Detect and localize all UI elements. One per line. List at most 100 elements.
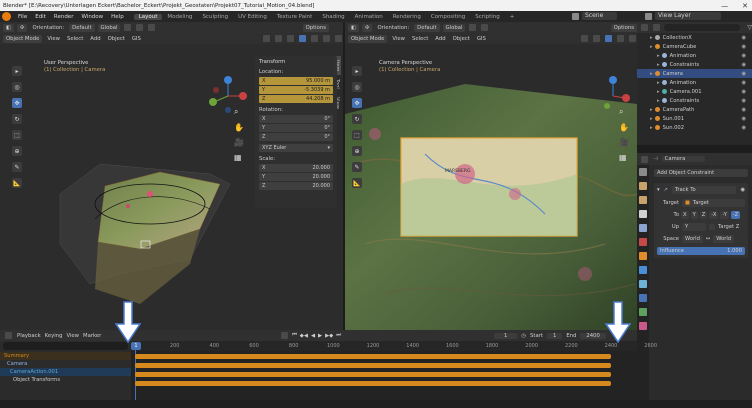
menu-select[interactable]: Select xyxy=(410,36,430,42)
outliner-item[interactable]: ▸ CameraCube ◉ xyxy=(637,42,752,51)
keyframe-bar[interactable] xyxy=(135,372,611,377)
physics-tab-icon[interactable] xyxy=(639,280,647,288)
rotation-mode-dropdown[interactable]: XYZ Euler ▾ xyxy=(259,144,333,152)
channel-row[interactable]: Summary xyxy=(0,352,131,360)
menu-playback[interactable]: Playback xyxy=(17,333,41,339)
menu-object[interactable]: Object xyxy=(106,36,127,42)
tab-texture-paint[interactable]: Texture Paint xyxy=(272,14,318,20)
expand-icon[interactable]: ▸ xyxy=(657,53,660,59)
current-frame-field[interactable]: 1 xyxy=(494,332,518,339)
play-icon[interactable]: ▶ xyxy=(318,333,322,339)
location-x-field[interactable]: X 95.000 m xyxy=(259,77,333,85)
target-z-checkbox[interactable] xyxy=(709,224,715,230)
filter-icon[interactable]: ▽ xyxy=(747,24,752,31)
scene-tab-icon[interactable] xyxy=(639,224,647,232)
record-icon[interactable] xyxy=(281,332,288,339)
menu-gis[interactable]: GIS xyxy=(475,36,488,42)
influence-slider[interactable]: Influence 1.000 xyxy=(657,247,745,255)
menu-object[interactable]: Object xyxy=(451,36,472,42)
outliner-search-input[interactable] xyxy=(664,24,741,31)
data-tab-icon[interactable] xyxy=(639,308,647,316)
to-axis-neg-z[interactable]: -Z xyxy=(730,211,741,219)
tool-tab-icon[interactable] xyxy=(639,168,647,176)
constraint-name-field[interactable]: Track To xyxy=(671,186,737,194)
camera-view-icon[interactable]: 🎥 xyxy=(234,138,244,147)
add-workspace-button[interactable]: + xyxy=(505,14,520,20)
outliner-item[interactable]: ▸ CameraPath ◉ xyxy=(637,105,752,114)
expand-icon[interactable]: ▸ xyxy=(650,107,653,113)
expand-icon[interactable]: ▸ xyxy=(650,116,653,122)
camera-view-icon[interactable]: 🎥 xyxy=(619,138,629,147)
expand-icon[interactable]: ▸ xyxy=(657,98,660,104)
menu-marker[interactable]: Marker xyxy=(83,333,101,339)
add-object-constraint-button[interactable]: Add Object Constraint xyxy=(654,169,748,177)
channel-search-input[interactable] xyxy=(3,342,128,350)
orientation-dropdown[interactable]: Default xyxy=(69,23,95,32)
jump-start-icon[interactable]: ⏮ xyxy=(292,332,297,339)
move-icon[interactable]: ✥ xyxy=(352,98,362,108)
viewport-right[interactable]: ◧ ✣ Orientation: Default Global Options … xyxy=(345,22,637,330)
modifier-tab-icon[interactable] xyxy=(639,266,647,274)
annotate-icon[interactable]: ✎ xyxy=(352,162,362,172)
close-button[interactable]: ✕ xyxy=(742,2,748,10)
expand-icon[interactable]: ▸ xyxy=(650,125,653,131)
visibility-icon[interactable]: ◉ xyxy=(741,107,746,113)
cursor-icon[interactable]: ◎ xyxy=(352,82,362,92)
display-mode-icon[interactable] xyxy=(653,24,660,31)
menu-view[interactable]: View xyxy=(45,36,62,42)
transform-panel-title[interactable]: Transform xyxy=(259,59,333,65)
orientation-dropdown[interactable]: Default xyxy=(414,23,440,32)
menu-window[interactable]: Window xyxy=(77,14,107,20)
options-dropdown[interactable]: Options xyxy=(302,23,329,32)
menu-add[interactable]: Add xyxy=(433,36,447,42)
scale-z-field[interactable]: Z 20.000 xyxy=(259,182,333,190)
timeline-editor-icon[interactable] xyxy=(5,332,12,339)
to-axis-z[interactable]: Z xyxy=(699,211,708,219)
hand-icon[interactable]: ✋ xyxy=(619,123,629,132)
prev-key-icon[interactable]: ◆◀ xyxy=(300,333,308,339)
menu-select[interactable]: Select xyxy=(65,36,85,42)
outliner-item[interactable]: ▸ Sun.001 ◉ xyxy=(637,114,752,123)
expand-icon[interactable]: ▸ xyxy=(657,89,660,95)
tab-scripting[interactable]: Scripting xyxy=(470,14,504,20)
properties-editor-icon[interactable] xyxy=(641,155,648,163)
owner-space-dropdown[interactable]: World xyxy=(682,235,703,243)
constraint-tab-icon[interactable] xyxy=(639,294,647,302)
rotate-icon[interactable]: ↻ xyxy=(352,114,362,124)
up-axis-dropdown[interactable]: Y xyxy=(682,223,706,231)
visibility-icon[interactable]: ◉ xyxy=(740,187,745,193)
outliner-item[interactable]: ▸ Animation ◉ xyxy=(637,51,752,60)
target-space-dropdown[interactable]: World xyxy=(713,235,735,243)
keyframe-bar[interactable] xyxy=(135,363,611,368)
outliner-item[interactable]: ▸ CollectionX ◉ xyxy=(637,33,752,42)
next-key-icon[interactable]: ▶◆ xyxy=(325,333,333,339)
hand-icon[interactable]: ✋ xyxy=(234,123,244,132)
expand-icon[interactable]: ▸ xyxy=(657,62,660,68)
zoom-icon[interactable]: ⌕ xyxy=(619,107,629,117)
to-axis-y[interactable]: Y xyxy=(690,211,698,219)
view-layer-selector[interactable]: View Layer xyxy=(655,12,721,20)
scale-icon[interactable]: ⬚ xyxy=(352,130,362,140)
expand-icon[interactable]: ▾ xyxy=(657,187,660,193)
scale-x-field[interactable]: X 20.000 xyxy=(259,164,333,172)
visibility-icon[interactable]: ◉ xyxy=(741,116,746,122)
rotation-x-field[interactable]: X 0° xyxy=(259,115,333,123)
tab-animation[interactable]: Animation xyxy=(350,14,388,20)
visibility-icon[interactable]: ◉ xyxy=(741,71,746,77)
cursor-tool-button[interactable]: ✣ xyxy=(362,23,373,32)
menu-keying[interactable]: Keying xyxy=(45,333,63,339)
menu-edit[interactable]: Edit xyxy=(31,14,50,20)
end-frame-field[interactable]: 2400 xyxy=(580,332,606,339)
play-reverse-icon[interactable]: ◀ xyxy=(311,333,315,339)
menu-help[interactable]: Help xyxy=(107,14,128,20)
rotation-z-field[interactable]: Z 0° xyxy=(259,133,333,141)
expand-icon[interactable]: ▸ xyxy=(657,80,660,86)
minimize-button[interactable]: — xyxy=(721,2,728,10)
view-layer-tab-icon[interactable] xyxy=(639,210,647,218)
visibility-icon[interactable]: ◉ xyxy=(741,98,746,104)
menu-view[interactable]: View xyxy=(390,36,407,42)
visibility-icon[interactable]: ◉ xyxy=(741,89,746,95)
menu-view[interactable]: View xyxy=(66,333,79,339)
target-field[interactable]: ■ Target xyxy=(682,199,745,207)
menu-gis[interactable]: GIS xyxy=(130,36,143,42)
